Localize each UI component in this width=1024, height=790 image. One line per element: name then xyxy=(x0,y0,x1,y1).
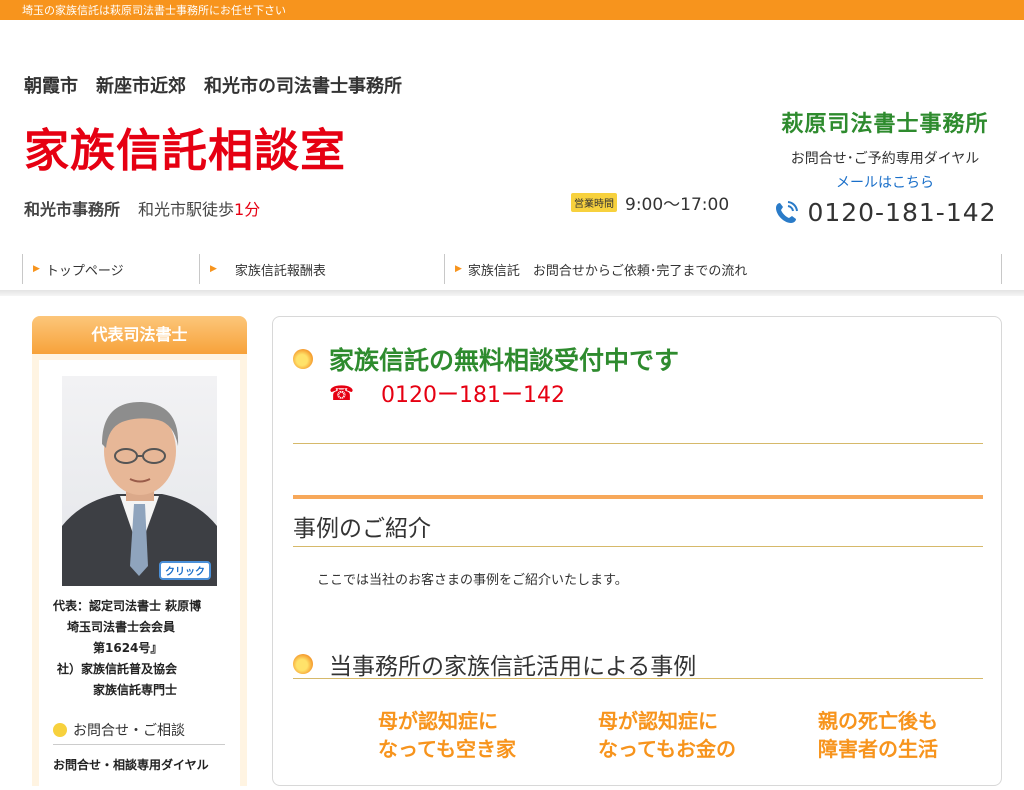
business-hours: 営業時間 9:00〜17:00 xyxy=(571,190,729,215)
divider xyxy=(293,678,983,679)
sidebar: 代表司法書士 クリック 代表：認定司法書士 萩原博 埼玉司法書士会会員 第162… xyxy=(32,316,247,790)
case-line: 障害者の生活 xyxy=(818,737,938,761)
area-line: 朝霞市 新座市近郊 和光市の司法書士事務所 xyxy=(24,76,402,97)
header-phone-number: 0120-181-142 xyxy=(807,198,997,227)
telephone-icon: ☎ xyxy=(329,381,354,405)
arrow-icon: ▶ xyxy=(210,264,217,274)
nav-item-label: 家族信託 お問合せからご依頼･完了までの流れ xyxy=(467,263,748,279)
access-text: 和光市駅徒歩 xyxy=(138,200,235,219)
profile-line: 代表：認定司法書士 萩原博 xyxy=(53,599,202,613)
header-phone[interactable]: 0120-181-142 xyxy=(770,198,1000,227)
inquiry-heading-text: お問合せ・ご相談 xyxy=(73,723,185,739)
office-name: 萩原司法書士事務所 xyxy=(781,112,989,137)
contact-box: 萩原司法書士事務所 お問合せ･ご予約専用ダイヤル メールはこちら 0120-18… xyxy=(770,106,1000,227)
free-consult-title: 家族信託の無料相談受付中です xyxy=(329,346,680,375)
case-link-disability[interactable]: 親の死亡後も 障害者の生活 xyxy=(818,707,988,763)
orange-circle-icon xyxy=(293,654,313,674)
office-label: 和光市事務所 xyxy=(24,200,121,219)
cases-description: ここでは当社のお客さまの事例をご紹介いたします。 xyxy=(317,573,628,588)
sidebar-inner: クリック 代表：認定司法書士 萩原博 埼玉司法書士会会員 第1624号』 社）家… xyxy=(39,360,240,790)
case-line: なっても空き家 xyxy=(378,737,516,761)
inquiry-subtext: お問合せ・相談専用ダイヤル xyxy=(53,758,209,772)
top-banner: 埼玉の家族信託は萩原司法書士事務所にお任せ下さい xyxy=(0,0,1024,20)
inquiry-heading: お問合せ・ご相談 xyxy=(53,720,225,745)
nav-item-label: トップページ xyxy=(45,263,124,279)
divider xyxy=(293,546,983,547)
free-consult-phone-number: 0120ー181ー142 xyxy=(381,383,565,408)
section-bar xyxy=(293,495,983,499)
arrow-icon: ▶ xyxy=(33,264,40,274)
sidebar-heading: 代表司法書士 xyxy=(32,316,247,354)
nav-divider xyxy=(0,290,1024,296)
click-badge[interactable]: クリック xyxy=(159,561,211,580)
phone-icon xyxy=(776,200,799,223)
case-link-vacant-house[interactable]: 母が認知症に なっても空き家 xyxy=(378,707,548,763)
nav-item-top[interactable]: ▶ トップページ xyxy=(22,254,199,284)
hours-badge: 営業時間 xyxy=(571,193,617,212)
access-minutes: 1分 xyxy=(234,200,261,219)
case-line: 母が認知症に xyxy=(378,709,498,733)
case-line: 母が認知症に xyxy=(598,709,718,733)
nav-item-label: 家族信託報酬表 xyxy=(234,263,326,279)
profile-line: 社）家族信託普及協会 xyxy=(57,662,178,676)
hours-text: 9:00〜17:00 xyxy=(625,195,730,215)
profile-line: 家族信託専門士 xyxy=(93,683,178,697)
nav-item-flow[interactable]: ▶ 家族信託 お問合せからご依頼･完了までの流れ xyxy=(444,254,1002,284)
free-consult-heading: 家族信託の無料相談受付中です xyxy=(293,341,679,377)
profile-text: 代表：認定司法書士 萩原博 埼玉司法書士会会員 第1624号』 社）家族信託普及… xyxy=(53,596,201,701)
representative-photo[interactable]: クリック xyxy=(62,376,217,586)
free-consult-phone[interactable]: ☎ 0120ー181ー142 xyxy=(329,377,565,409)
yellow-dot-icon xyxy=(53,723,67,737)
divider xyxy=(293,443,983,444)
portrait-photo xyxy=(62,401,217,586)
case-link-money[interactable]: 母が認知症に なってもお金の xyxy=(598,707,768,763)
main-content: 家族信託の無料相談受付中です ☎ 0120ー181ー142 事例のご紹介 ここで… xyxy=(272,316,1002,786)
case-line: 親の死亡後も xyxy=(818,709,938,733)
cases-title: 事例のご紹介 xyxy=(293,516,431,542)
office-line: 和光市事務所 和光市駅徒歩1分 xyxy=(24,196,260,220)
top-banner-text: 埼玉の家族信託は萩原司法書士事務所にお任せ下さい xyxy=(22,4,286,17)
profile-line: 埼玉司法書士会会員 xyxy=(67,620,176,634)
mail-link[interactable]: メールはこちら xyxy=(770,172,1000,192)
orange-circle-icon xyxy=(293,349,313,369)
case-line: なってもお金の xyxy=(598,737,736,761)
arrow-icon: ▶ xyxy=(455,264,462,274)
our-cases-title: 当事務所の家族信託活用による事例 xyxy=(329,654,697,680)
profile-line: 第1624号』 xyxy=(93,641,163,655)
site-title[interactable]: 家族信託相談室 xyxy=(24,114,346,179)
global-nav: ▶ トップページ ▶ 家族信託報酬表 ▶ 家族信託 お問合せからご依頼･完了まで… xyxy=(22,254,1002,284)
nav-item-fees[interactable]: ▶ 家族信託報酬表 xyxy=(199,254,444,284)
dial-label: お問合せ･ご予約専用ダイヤル xyxy=(790,151,980,167)
our-cases-heading: 当事務所の家族信託活用による事例 xyxy=(293,647,696,681)
